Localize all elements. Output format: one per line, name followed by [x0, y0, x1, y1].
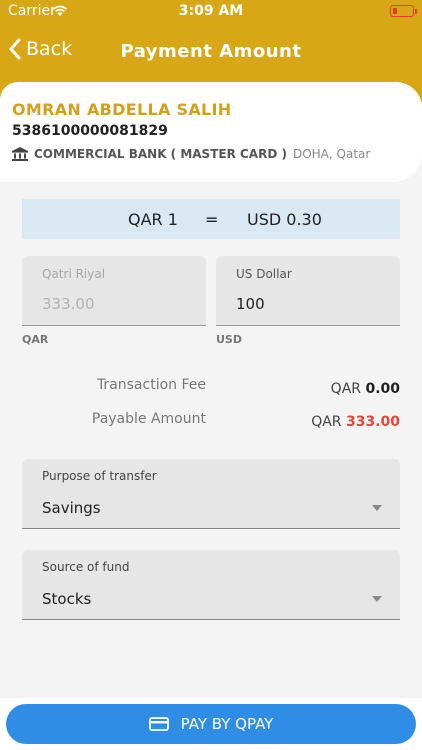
dropdown-arrow-icon	[372, 505, 382, 511]
source-of-fund-select[interactable]: Source of fund Stocks	[22, 550, 400, 620]
payable-amount-value: QAR 333.00	[311, 414, 400, 430]
source-value: Stocks	[42, 590, 92, 608]
dropdown-arrow-icon	[372, 596, 382, 602]
credit-card-icon	[148, 717, 169, 731]
qar-currency-label: QAR	[22, 333, 49, 346]
usd-currency-label: USD	[216, 333, 242, 346]
rate-from: QAR 1	[128, 210, 178, 229]
payable-amount-label: Payable Amount	[91, 411, 206, 427]
status-time: 3:09 AM	[178, 3, 244, 19]
fee-currency: QAR	[330, 381, 361, 397]
usd-field-label: US Dollar	[236, 267, 292, 281]
qar-amount-field[interactable]: Qatri Riyal 333.00	[22, 256, 206, 326]
transaction-fee-label: Transaction Fee	[96, 377, 206, 393]
bank-location: DOHA, Qatar	[292, 147, 371, 161]
battery-icon	[390, 5, 417, 17]
rate-equals: =	[205, 210, 219, 229]
bank-icon	[12, 147, 28, 161]
fee-amount: 0.00	[365, 381, 400, 397]
beneficiary-card: OMRAN ABDELLA SALIH 5386100000081829 COM…	[0, 82, 422, 182]
source-label: Source of fund	[42, 560, 130, 574]
purpose-of-transfer-select[interactable]: Purpose of transfer Savings	[22, 459, 400, 529]
qar-field-label: Qatri Riyal	[42, 267, 106, 281]
page-title: Payment Amount	[120, 41, 302, 62]
status-bar: Carrier 3:09 AM	[0, 3, 422, 21]
bank-info: COMMERCIAL BANK ( MASTER CARD ) DOHA, Qa…	[12, 147, 370, 161]
pay-by-qpay-button[interactable]: PAY BY QPAY	[6, 704, 416, 744]
purpose-value: Savings	[42, 499, 101, 517]
exchange-rate-banner: QAR 1 = USD 0.30	[22, 199, 400, 239]
account-number: 5386100000081829	[12, 123, 168, 139]
usd-amount-field[interactable]: US Dollar 100	[216, 256, 400, 326]
beneficiary-name: OMRAN ABDELLA SALIH	[12, 100, 232, 119]
qar-amount-input[interactable]: 333.00	[42, 295, 192, 313]
payable-amount: 333.00	[345, 414, 400, 430]
usd-amount-input[interactable]: 100	[236, 295, 386, 313]
bank-name: COMMERCIAL BANK ( MASTER CARD )	[34, 147, 287, 161]
payable-currency: QAR	[311, 414, 342, 430]
pay-button-label: PAY BY QPAY	[180, 715, 274, 733]
purpose-label: Purpose of transfer	[42, 469, 157, 483]
rate-to: USD 0.30	[247, 210, 322, 229]
transaction-fee-value: QAR 0.00	[331, 381, 400, 397]
